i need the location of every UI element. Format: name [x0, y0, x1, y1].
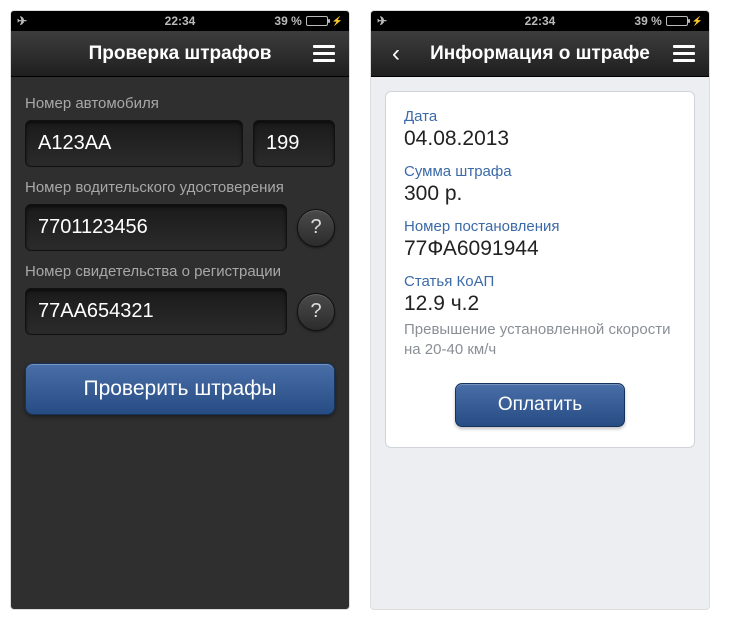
amount-label: Сумма штрафа	[404, 163, 676, 180]
order-label: Номер постановления	[404, 218, 676, 235]
airplane-icon: ✈	[377, 14, 387, 28]
phone-check-fines: ✈ 22:34 39 % ⚡ Проверка штрафов Номер ав…	[10, 10, 350, 610]
page-title: Проверка штрафов	[51, 43, 309, 65]
amount-value: 300 р.	[404, 182, 676, 206]
status-bar: ✈ 22:34 39 % ⚡	[11, 11, 349, 31]
fine-card: Дата 04.08.2013 Сумма штрафа 300 р. Номе…	[385, 91, 695, 448]
back-button[interactable]: ‹	[381, 40, 411, 68]
license-help-button[interactable]: ?	[297, 209, 335, 247]
car-number-label: Номер автомобиля	[25, 95, 335, 112]
registration-input[interactable]: 77АА654321	[25, 288, 287, 335]
article-label: Статья КоАП	[404, 273, 676, 290]
registration-label: Номер свидетельства о регистрации	[25, 263, 335, 280]
order-value: 77ФА6091944	[404, 237, 676, 261]
article-value: 12.9 ч.2	[404, 292, 676, 316]
violation-description: Превышение установленной скорости на 20-…	[404, 320, 676, 361]
nav-bar: Проверка штрафов	[11, 31, 349, 77]
status-time: 22:34	[525, 14, 556, 28]
check-fines-button[interactable]: Проверить штрафы	[25, 363, 335, 415]
status-time: 22:34	[165, 14, 196, 28]
menu-button[interactable]	[309, 45, 339, 62]
charging-icon: ⚡	[332, 16, 343, 27]
detail-content: Дата 04.08.2013 Сумма штрафа 300 р. Номе…	[371, 77, 709, 462]
battery-icon	[666, 16, 688, 26]
license-input[interactable]: 7701123456	[25, 204, 287, 251]
status-bar: ✈ 22:34 39 % ⚡	[371, 11, 709, 31]
battery-icon	[306, 16, 328, 26]
registration-help-button[interactable]: ?	[297, 293, 335, 331]
page-title: Информация о штрафе	[411, 43, 669, 65]
charging-icon: ⚡	[692, 16, 703, 27]
chevron-left-icon: ‹	[392, 40, 400, 68]
airplane-icon: ✈	[17, 14, 27, 28]
menu-button[interactable]	[669, 45, 699, 62]
status-battery: 39 % ⚡	[634, 14, 703, 28]
plate-input[interactable]: А123АА	[25, 120, 243, 167]
form-content: Номер автомобиля А123АА 199 Номер водите…	[11, 77, 349, 427]
phone-fine-info: ✈ 22:34 39 % ⚡ ‹ Информация о штрафе Дат…	[370, 10, 710, 610]
date-value: 04.08.2013	[404, 127, 676, 151]
pay-button[interactable]: Оплатить	[455, 383, 625, 427]
region-input[interactable]: 199	[253, 120, 335, 167]
license-label: Номер водительского удостоверения	[25, 179, 335, 196]
hamburger-icon	[313, 45, 335, 62]
status-battery: 39 % ⚡	[274, 14, 343, 28]
battery-percent-text: 39 %	[274, 14, 301, 28]
battery-percent-text: 39 %	[634, 14, 661, 28]
hamburger-icon	[673, 45, 695, 62]
nav-bar: ‹ Информация о штрафе	[371, 31, 709, 77]
date-label: Дата	[404, 108, 676, 125]
